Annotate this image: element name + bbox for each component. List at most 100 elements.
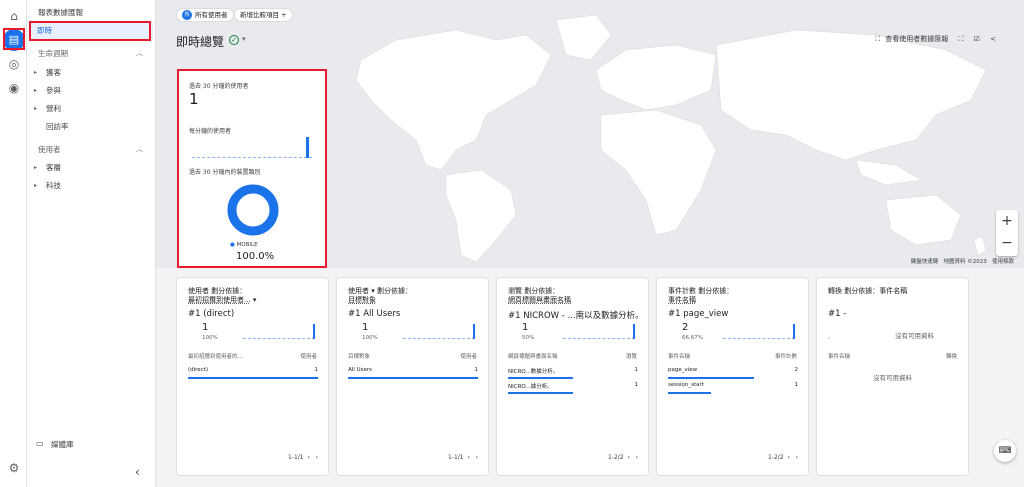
card-heading: 使用者 劃分依據： 最初招攬到使用者... ▾ [188, 287, 257, 304]
plus-icon: + [281, 11, 287, 19]
map-data-text: 地圖資料 ©2023 [943, 259, 987, 265]
no-data-message: 沒有可用資料 [895, 332, 934, 340]
table-row[interactable]: NICRO...據分析。 1 [508, 382, 638, 394]
south-america [445, 169, 517, 263]
pagination: 1-1/1 ‹ › [287, 454, 318, 461]
audience-chip[interactable]: 所所有使用者 [176, 8, 234, 22]
device-donut-chart[interactable] [226, 183, 280, 237]
greenland [555, 14, 612, 61]
empty-value-dash: - [828, 336, 830, 342]
next-page-icon[interactable]: › [796, 454, 798, 461]
metric-value: 1 [522, 322, 529, 333]
edit-icon[interactable]: ☑ [974, 35, 980, 43]
section-user[interactable]: 使用者 [38, 144, 61, 155]
folder-icon[interactable]: ▭ [36, 439, 44, 448]
per-minute-bar[interactable] [306, 137, 309, 158]
sidebar-header: 報表數據匯報 [38, 8, 83, 17]
dimension-selector[interactable]: 最初招攬到使用者... [188, 296, 251, 304]
column-header-metric: 使用者 [300, 354, 317, 360]
feedback-button[interactable]: ⌨ [994, 440, 1016, 462]
new-zealand [973, 235, 987, 257]
trend-bar [313, 324, 315, 339]
table-row[interactable]: (direct) 1 [188, 367, 318, 379]
collapse-sidebar-button[interactable]: ‹ [135, 465, 140, 479]
screenshot-icon[interactable]: ⛶ [875, 35, 880, 43]
europe [595, 44, 717, 111]
top-item: #1 page_view [668, 309, 729, 319]
event-count-card: 事件計數 劃分依據： 事件名稱 #1 page_view 2 66.67% 事件名… [656, 277, 809, 476]
next-page-icon[interactable]: › [636, 454, 638, 461]
device-label: 過去 30 分鐘內的裝置類別 [189, 169, 261, 176]
settings-icon[interactable]: ⚙ [6, 460, 22, 476]
metric-percent: 50% [522, 335, 535, 341]
add-comparison-chip[interactable]: 新增比較項目 + [234, 8, 293, 22]
column-header-metric: 事件計數 [774, 354, 797, 360]
terms-link[interactable]: 使用條款 [992, 259, 1014, 265]
sidebar-item-realtime[interactable]: 即時 [29, 22, 153, 39]
prev-page-icon[interactable]: ‹ [467, 454, 469, 461]
column-header-metric: 瀏覽 [625, 354, 637, 360]
table-row[interactable]: All Users 1 [348, 367, 478, 379]
sidebar-item-demographics[interactable]: 客層 [46, 162, 61, 173]
dimension-selector[interactable]: 目標對象 [348, 296, 376, 304]
sidebar-item-engagement[interactable]: 參與 [46, 85, 61, 96]
card-heading: 事件計數 劃分依據： 事件名稱 [668, 287, 734, 304]
realtime-summary-card: 過去 30 分鐘的使用者 1 每分鐘的使用者 過去 30 分鐘內的裝置類別 ● … [178, 70, 326, 267]
keyboard-shortcuts-link[interactable]: 鍵盤快速鍵 [911, 259, 939, 265]
sidebar-item-monetization[interactable]: 營利 [46, 103, 61, 114]
chevron-up-icon[interactable]: ︿ [136, 48, 143, 58]
prev-page-icon[interactable]: ‹ [627, 454, 629, 461]
card-heading: 瀏覽 劃分依據： 網頁標題與畫面名稱 [508, 287, 571, 304]
expand-arrow-icon[interactable]: ▸ [34, 182, 37, 189]
expand-arrow-icon[interactable]: ▸ [34, 69, 37, 76]
section-lifecycle[interactable]: 生命週期 [38, 48, 68, 59]
trend-baseline [563, 338, 635, 339]
home-icon[interactable]: ⌂ [6, 8, 22, 24]
asia [715, 29, 987, 161]
pagination: 1-2/2 ‹ › [767, 454, 798, 461]
left-rail: ⌂ ▤ ◎ ◉ ⚙ [0, 0, 27, 487]
expand-arrow-icon[interactable]: ▸ [34, 87, 37, 94]
zoom-out-button[interactable]: − [996, 232, 1018, 254]
top-item: #1 (direct) [188, 309, 235, 319]
chevron-down-icon[interactable]: ▾ [253, 296, 257, 304]
sidebar-item-library[interactable]: 媒體庫 [51, 439, 74, 450]
chevron-down-icon[interactable]: ▾ [242, 35, 246, 43]
advertising-icon[interactable]: ◉ [6, 80, 22, 96]
explore-icon[interactable]: ◎ [6, 56, 22, 72]
metric-value: 1 [202, 322, 209, 333]
expand-arrow-icon[interactable]: ▸ [34, 164, 37, 171]
sidebar-item-tech[interactable]: 科技 [46, 180, 61, 191]
no-data-message: 沒有可用資料 [873, 374, 912, 382]
legend-dot-icon: ● [230, 242, 235, 248]
page-title-card: 瀏覽 劃分依據： 網頁標題與畫面名稱 #1 NICROW - ...南以及數據分析… [496, 277, 649, 476]
zoom-in-button[interactable]: + [996, 210, 1018, 232]
dimension-selector[interactable]: 事件名稱 [668, 296, 696, 304]
table-row[interactable]: session_start 1 [668, 382, 798, 394]
column-header-metric: 使用者 [460, 354, 477, 360]
sidebar-item-retention[interactable]: 回訪率 [46, 121, 69, 132]
top-item: #1 All Users [348, 309, 401, 319]
users-value: 1 [189, 90, 199, 108]
chevron-up-icon[interactable]: ︿ [136, 144, 143, 154]
donut-percentage: 100.0% [236, 251, 275, 262]
expand-icon[interactable]: ⛶ [958, 35, 963, 43]
next-page-icon[interactable]: › [476, 454, 478, 461]
share-icon[interactable]: < [990, 35, 996, 43]
prev-page-icon[interactable]: ‹ [307, 454, 309, 461]
user-snapshot-button[interactable]: 查看使用者數據匯報 [885, 35, 948, 43]
sidebar-item-acquisition[interactable]: 獲客 [46, 67, 61, 78]
prev-page-icon[interactable]: ‹ [787, 454, 789, 461]
dimension-selector[interactable]: 網頁標題與畫面名稱 [508, 296, 571, 304]
table-row[interactable]: page_view 2 [668, 367, 798, 379]
metric-value: 2 [682, 322, 689, 333]
table-row[interactable]: NICRO...數據分析。 1 [508, 367, 638, 379]
conversions-card: 轉換 劃分依據：事件名稱 #1 - 沒有可用資料 - 事件名稱 轉換 沒有可用資… [816, 277, 969, 476]
users-label: 過去 30 分鐘的使用者 [189, 83, 249, 90]
next-page-icon[interactable]: › [316, 454, 318, 461]
expand-arrow-icon[interactable]: ▸ [34, 105, 37, 112]
reports-icon[interactable]: ▤ [3, 29, 25, 51]
card-heading: 使用者 ▾ 劃分依據： 目標對象 [348, 287, 412, 304]
world-map[interactable]: 所所有使用者 新增比較項目 + 即時總覽 ✓ ▾ ⛶ 查看使用者數據匯報 ⛶ ☑… [156, 0, 1024, 268]
row-bar [348, 377, 478, 379]
